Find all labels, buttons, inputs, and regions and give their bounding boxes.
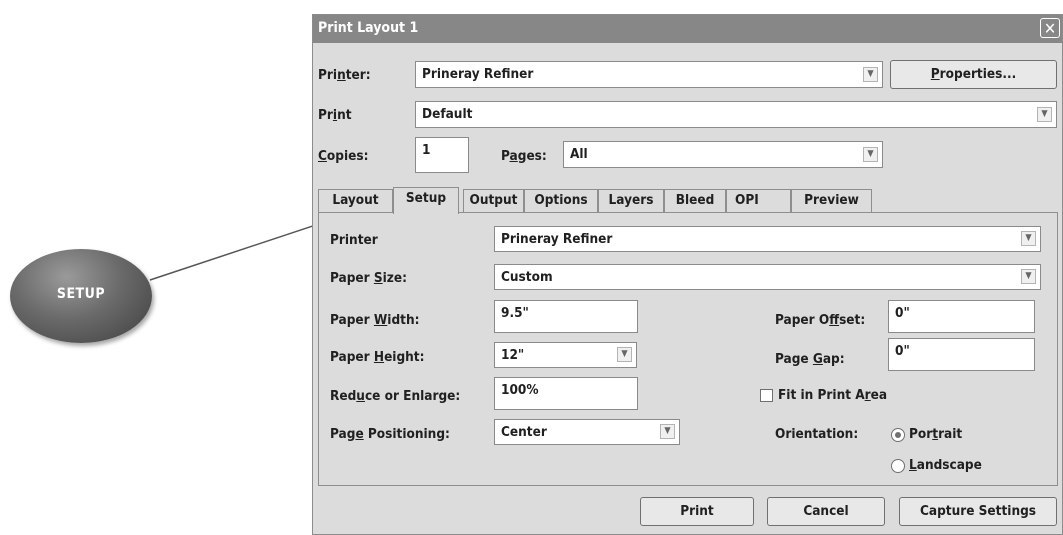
chevron-down-icon: ▼ xyxy=(1037,106,1052,122)
setup-printer-select[interactable]: Prineray Refiner ▼ xyxy=(494,226,1041,252)
paper-size-select[interactable]: Custom ▼ xyxy=(494,264,1041,290)
chevron-down-icon: ▼ xyxy=(863,66,878,82)
close-icon[interactable]: ✕ xyxy=(1040,18,1060,38)
pages-label: Pages: xyxy=(501,148,547,164)
properties-button[interactable]: Properties... xyxy=(890,60,1057,89)
chevron-down-icon: ▼ xyxy=(1021,269,1036,284)
page-gap-label: Page Gap: xyxy=(775,351,845,367)
tab-options[interactable]: Options xyxy=(524,189,598,212)
dialog-title: Print Layout 1 xyxy=(318,20,419,36)
tab-layout[interactable]: Layout xyxy=(318,189,393,212)
chevron-down-icon: ▼ xyxy=(863,146,878,162)
pages-value: All xyxy=(570,146,588,162)
print-dialog: Print Layout 1 ✕ Printer: Prineray Refin… xyxy=(312,14,1063,535)
paper-width-input[interactable]: 9.5" xyxy=(494,300,638,333)
page-gap-input[interactable]: 0" xyxy=(888,338,1035,371)
chevron-down-icon: ▼ xyxy=(1021,231,1036,246)
orientation-label: Orientation: xyxy=(775,426,859,442)
copies-value: 1 xyxy=(422,142,431,158)
printer-label: Printer: xyxy=(318,67,371,83)
tab-bleed[interactable]: Bleed xyxy=(664,189,726,212)
tab-opi[interactable]: OPI xyxy=(726,189,791,212)
page-positioning-value: Center xyxy=(501,424,547,440)
reduce-enlarge-label: Reduce or Enlarge: xyxy=(330,388,461,404)
chevron-down-icon: ▼ xyxy=(660,424,675,439)
printer-select-value: Prineray Refiner xyxy=(422,66,534,82)
paper-height-value: 12" xyxy=(501,347,525,363)
tab-layers[interactable]: Layers xyxy=(598,189,664,212)
tab-output[interactable]: Output xyxy=(463,189,524,212)
reduce-enlarge-input[interactable]: 100% xyxy=(494,377,638,410)
paper-size-value: Custom xyxy=(501,269,553,285)
fit-print-area-label[interactable]: Fit in Print Area xyxy=(778,387,887,403)
tab-setup[interactable]: Setup xyxy=(393,187,459,214)
radio-selected-dot xyxy=(895,432,901,438)
title-bar: Print Layout 1 ✕ xyxy=(313,15,1062,43)
chevron-down-icon: ▼ xyxy=(617,347,632,362)
paper-height-select[interactable]: 12" ▼ xyxy=(494,342,637,368)
landscape-label[interactable]: Landscape xyxy=(909,457,982,473)
print-style-select[interactable]: Default ▼ xyxy=(415,101,1057,128)
portrait-label[interactable]: Portrait xyxy=(909,426,962,442)
capture-settings-button[interactable]: Capture Settings xyxy=(899,497,1057,526)
tab-preview[interactable]: Preview xyxy=(791,189,872,212)
setup-callout-label: SETUP xyxy=(56,286,106,302)
paper-height-label: Paper Height: xyxy=(330,349,425,365)
page-positioning-label: Page Positioning: xyxy=(330,426,450,442)
page-positioning-select[interactable]: Center ▼ xyxy=(494,419,680,445)
print-button[interactable]: Print xyxy=(640,497,754,526)
fit-print-area-checkbox[interactable] xyxy=(760,389,773,402)
reduce-enlarge-value: 100% xyxy=(501,382,539,398)
print-style-label: Print xyxy=(318,107,352,123)
paper-offset-input[interactable]: 0" xyxy=(888,300,1035,333)
paper-offset-value: 0" xyxy=(895,305,910,321)
copies-label: Copies: xyxy=(318,148,369,164)
page-gap-value: 0" xyxy=(895,343,910,359)
landscape-radio[interactable] xyxy=(891,459,905,473)
printer-select[interactable]: Prineray Refiner ▼ xyxy=(415,61,883,88)
cancel-button[interactable]: Cancel xyxy=(767,497,885,526)
portrait-radio[interactable] xyxy=(891,428,905,442)
paper-size-label: Paper Size: xyxy=(330,270,407,286)
setup-printer-label: Printer xyxy=(330,232,378,248)
copies-input[interactable]: 1 xyxy=(415,137,469,173)
setup-printer-value: Prineray Refiner xyxy=(501,231,613,247)
paper-offset-label: Paper Offset: xyxy=(775,312,866,328)
pages-select[interactable]: All ▼ xyxy=(563,141,883,168)
print-style-value: Default xyxy=(422,106,473,122)
setup-callout: SETUP xyxy=(10,249,152,343)
paper-width-value: 9.5" xyxy=(501,305,529,321)
paper-width-label: Paper Width: xyxy=(330,312,420,328)
